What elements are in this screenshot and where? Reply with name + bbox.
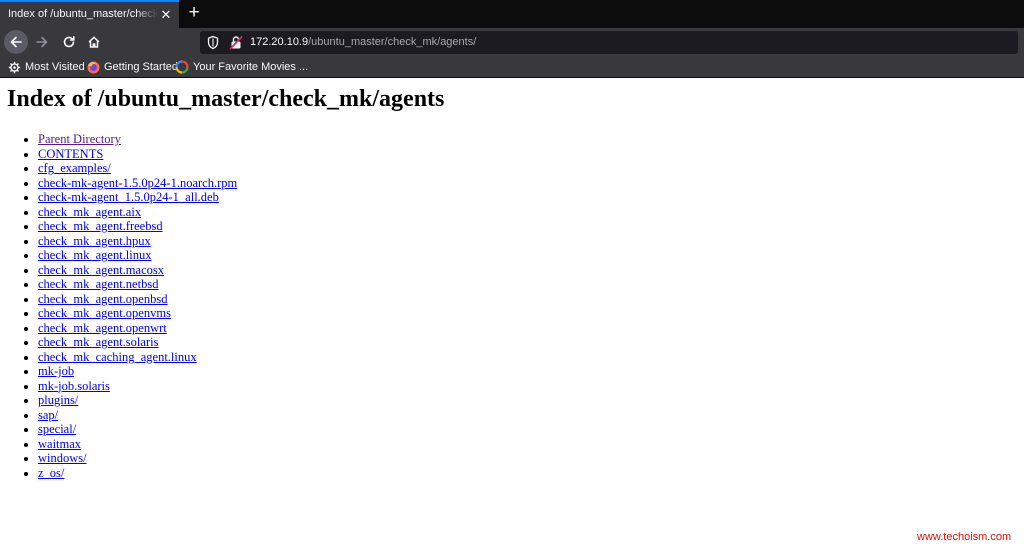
movies-icon [175, 60, 189, 74]
list-item: check_mk_agent.solaris [38, 335, 237, 350]
directory-entry-link[interactable]: mk-job [38, 364, 74, 378]
bookmarks-toolbar: Most Visited Getting Started Your Favori… [0, 57, 1024, 78]
list-item: mk-job [38, 364, 237, 379]
list-item: check_mk_agent.aix [38, 205, 237, 220]
shield-icon[interactable] [206, 35, 220, 50]
directory-entry-link[interactable]: check_mk_agent.openvms [38, 306, 171, 320]
directory-entry-link[interactable]: check-mk-agent_1.5.0p24-1_all.deb [38, 190, 219, 204]
tab-strip: Index of /ubuntu_master/check_mk/agents/… [0, 0, 1024, 28]
list-item: check_mk_agent.netbsd [38, 277, 237, 292]
list-item: windows/ [38, 451, 237, 466]
directory-entry-link[interactable]: CONTENTS [38, 147, 103, 161]
list-item: check-mk-agent-1.5.0p24-1.noarch.rpm [38, 176, 237, 191]
gear-icon [8, 61, 21, 73]
bookmark-label: Getting Started [104, 61, 178, 73]
directory-entry-link[interactable]: check_mk_caching_agent.linux [38, 350, 197, 364]
list-item: check_mk_agent.hpux [38, 234, 237, 249]
list-item: sap/ [38, 408, 237, 423]
directory-entry-link[interactable]: check_mk_agent.netbsd [38, 277, 158, 291]
directory-entry-link[interactable]: special/ [38, 422, 76, 436]
directory-entry-link[interactable]: mk-job.solaris [38, 379, 110, 393]
firefox-icon [87, 61, 100, 73]
directory-entry-link[interactable]: waitmax [38, 437, 81, 451]
list-item: check_mk_agent.openvms [38, 306, 237, 321]
list-item: special/ [38, 422, 237, 437]
new-tab-button[interactable]: + [184, 2, 204, 24]
list-item: check_mk_agent.freebsd [38, 219, 237, 234]
list-item: check_mk_caching_agent.linux [38, 350, 237, 365]
home-icon [88, 36, 100, 48]
list-item: check_mk_agent.macosx [38, 263, 237, 278]
list-item: check_mk_agent.openwrt [38, 321, 237, 336]
list-item: z_os/ [38, 466, 237, 481]
list-item: mk-job.solaris [38, 379, 237, 394]
list-item: check-mk-agent_1.5.0p24-1_all.deb [38, 190, 237, 205]
bookmark-label: Your Favorite Movies ... [193, 61, 309, 73]
page-title: Index of /ubuntu_master/check_mk/agents [7, 86, 445, 112]
directory-entry-link[interactable]: check_mk_agent.freebsd [38, 219, 163, 233]
url-host: 172.20.10.9 [250, 36, 309, 48]
directory-entry-link[interactable]: Parent Directory [38, 132, 121, 146]
watermark: www.techoism.com [917, 531, 1012, 543]
active-tab[interactable]: Index of /ubuntu_master/check_mk/agents/… [0, 0, 179, 28]
navigation-toolbar: 172.20.10.9/ubuntu_master/check_mk/agent… [0, 28, 1024, 57]
close-icon[interactable]: ✕ [158, 6, 174, 24]
bookmark-getting-started[interactable]: Getting Started [87, 59, 178, 75]
bookmark-your-favorite-movies[interactable]: Your Favorite Movies ... [175, 59, 308, 75]
bookmark-label: Most Visited [25, 61, 85, 73]
tab-title: Index of /ubuntu_master/check_mk/agents/ [8, 8, 158, 20]
list-item: Parent Directory [38, 132, 237, 147]
reload-icon [63, 36, 75, 48]
directory-entry-link[interactable]: check_mk_agent.openbsd [38, 292, 167, 306]
back-button[interactable] [4, 30, 28, 54]
directory-entry-link[interactable]: check_mk_agent.hpux [38, 234, 151, 248]
url-path: /ubuntu_master/check_mk/agents/ [308, 36, 477, 48]
arrow-right-icon [36, 36, 48, 48]
directory-entry-link[interactable]: windows/ [38, 451, 87, 465]
list-item: CONTENTS [38, 147, 237, 162]
arrow-left-icon [10, 36, 22, 48]
bookmark-most-visited[interactable]: Most Visited [8, 59, 85, 75]
directory-entry-link[interactable]: z_os/ [38, 466, 64, 480]
forward-button[interactable] [30, 30, 54, 54]
list-item: plugins/ [38, 393, 237, 408]
insecure-lock-icon[interactable] [229, 35, 243, 50]
home-button[interactable] [82, 30, 106, 54]
directory-entry-link[interactable]: cfg_examples/ [38, 161, 111, 175]
page-content: Index of /ubuntu_master/check_mk/agents … [0, 78, 1024, 551]
directory-entry-link[interactable]: check_mk_agent.openwrt [38, 321, 167, 335]
list-item: check_mk_agent.linux [38, 248, 237, 263]
list-item: waitmax [38, 437, 237, 452]
directory-entry-link[interactable]: check_mk_agent.macosx [38, 263, 164, 277]
directory-entry-link[interactable]: check-mk-agent-1.5.0p24-1.noarch.rpm [38, 176, 237, 190]
directory-listing: Parent DirectoryCONTENTScfg_examples/che… [0, 132, 237, 480]
list-item: cfg_examples/ [38, 161, 237, 176]
url-text[interactable]: 172.20.10.9/ubuntu_master/check_mk/agent… [250, 36, 476, 48]
reload-button[interactable] [57, 30, 81, 54]
directory-entry-link[interactable]: check_mk_agent.linux [38, 248, 152, 262]
directory-entry-link[interactable]: check_mk_agent.aix [38, 205, 141, 219]
directory-entry-link[interactable]: check_mk_agent.solaris [38, 335, 158, 349]
address-bar[interactable]: 172.20.10.9/ubuntu_master/check_mk/agent… [200, 31, 1018, 54]
directory-entry-link[interactable]: plugins/ [38, 393, 78, 407]
directory-entry-link[interactable]: sap/ [38, 408, 58, 422]
list-item: check_mk_agent.openbsd [38, 292, 237, 307]
